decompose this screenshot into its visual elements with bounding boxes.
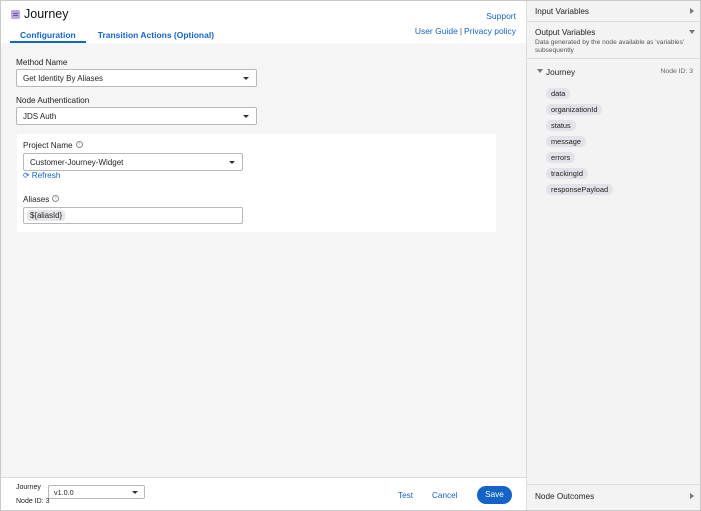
input-variables-title: Input Variables	[535, 7, 590, 16]
method-name-label: Method Name	[16, 58, 68, 67]
alias-variable-chip[interactable]: ${aliasId}	[27, 210, 66, 221]
method-name-value: Get Identity By Aliases	[23, 74, 104, 83]
tab-bar: Configuration Transition Actions (Option…	[10, 28, 224, 43]
node-outcomes-title: Node Outcomes	[535, 492, 595, 501]
node-outcomes-header[interactable]: Node Outcomes	[527, 485, 701, 509]
info-icon: i	[52, 195, 60, 203]
journey-group-title: Journey	[546, 68, 576, 77]
chevron-down-icon	[243, 77, 249, 80]
project-settings-card: Project Name i Customer-Journey-Widget ⟳ R…	[17, 134, 496, 232]
refresh-button[interactable]: ⟳ Refresh	[23, 171, 60, 180]
info-icon: i	[75, 141, 83, 149]
footer-node-label: Journey	[16, 484, 41, 491]
output-variables-description: Data generated by the node available as …	[535, 39, 685, 54]
cancel-button[interactable]: Cancel	[432, 491, 458, 500]
refresh-label: Refresh	[31, 171, 61, 180]
group-node-id: Node ID: 3	[660, 68, 694, 75]
chevron-down-icon	[229, 161, 235, 164]
version-select[interactable]: v1.0.0	[48, 485, 145, 499]
variable-chip[interactable]: data	[546, 88, 571, 99]
variable-chip[interactable]: errors	[546, 152, 576, 163]
node-auth-select[interactable]: JDS Auth	[16, 107, 257, 125]
chevron-right-icon	[690, 8, 694, 14]
tab-configuration[interactable]: Configuration	[10, 28, 86, 43]
node-auth-value: JDS Auth	[23, 112, 57, 121]
chevron-right-icon	[690, 493, 694, 499]
footer-bar: Journey v1.0.0 Node ID: 3 Test Cancel Sa…	[1, 477, 526, 510]
variable-chip[interactable]: responsePayload	[546, 184, 614, 195]
output-variables-title: Output Variables	[535, 28, 596, 37]
journey-node-icon	[11, 10, 20, 19]
project-name-select[interactable]: Customer-Journey-Widget	[23, 153, 243, 171]
input-variables-header[interactable]: Input Variables	[527, 1, 701, 21]
project-name-label: Project Name i	[23, 141, 83, 150]
link-separator: |	[459, 26, 463, 36]
help-links: Support User Guide | Privacy policy	[415, 11, 516, 36]
node-header: Journey Configuration Transition Actions…	[1, 1, 526, 43]
save-button[interactable]: Save	[477, 486, 512, 504]
aliases-label: Aliases i	[23, 195, 60, 204]
chevron-down-icon	[537, 69, 543, 73]
refresh-icon: ⟳	[23, 171, 30, 180]
chevron-down-icon	[689, 30, 695, 34]
user-guide-link[interactable]: User Guide	[415, 26, 458, 36]
tab-transition-actions[interactable]: Transition Actions (Optional)	[88, 28, 224, 43]
journey-group-header[interactable]: Journey Node ID: 3	[527, 63, 701, 81]
divider	[527, 58, 701, 59]
footer-node-id: Node ID: 3	[16, 498, 50, 505]
chevron-down-icon	[243, 115, 249, 118]
config-pane: Journey Configuration Transition Actions…	[1, 1, 526, 510]
support-link[interactable]: Support	[486, 11, 516, 21]
variables-panel: Input Variables Output Variables Data ge…	[526, 1, 701, 510]
variable-chip[interactable]: status	[546, 120, 576, 131]
aliases-input[interactable]: ${aliasId}	[23, 207, 243, 224]
test-button[interactable]: Test	[398, 491, 413, 500]
variable-chip[interactable]: message	[546, 136, 586, 147]
chevron-down-icon	[132, 491, 138, 494]
project-name-value: Customer-Journey-Widget	[30, 158, 124, 167]
variable-chip[interactable]: organizationId	[546, 104, 603, 115]
version-value: v1.0.0	[54, 488, 74, 497]
method-name-select[interactable]: Get Identity By Aliases	[16, 69, 257, 87]
variable-chip[interactable]: trackingId	[546, 168, 589, 179]
node-auth-label: Node Authentication	[16, 96, 90, 105]
privacy-policy-link[interactable]: Privacy policy	[464, 26, 516, 36]
page-title: Journey	[24, 7, 69, 21]
